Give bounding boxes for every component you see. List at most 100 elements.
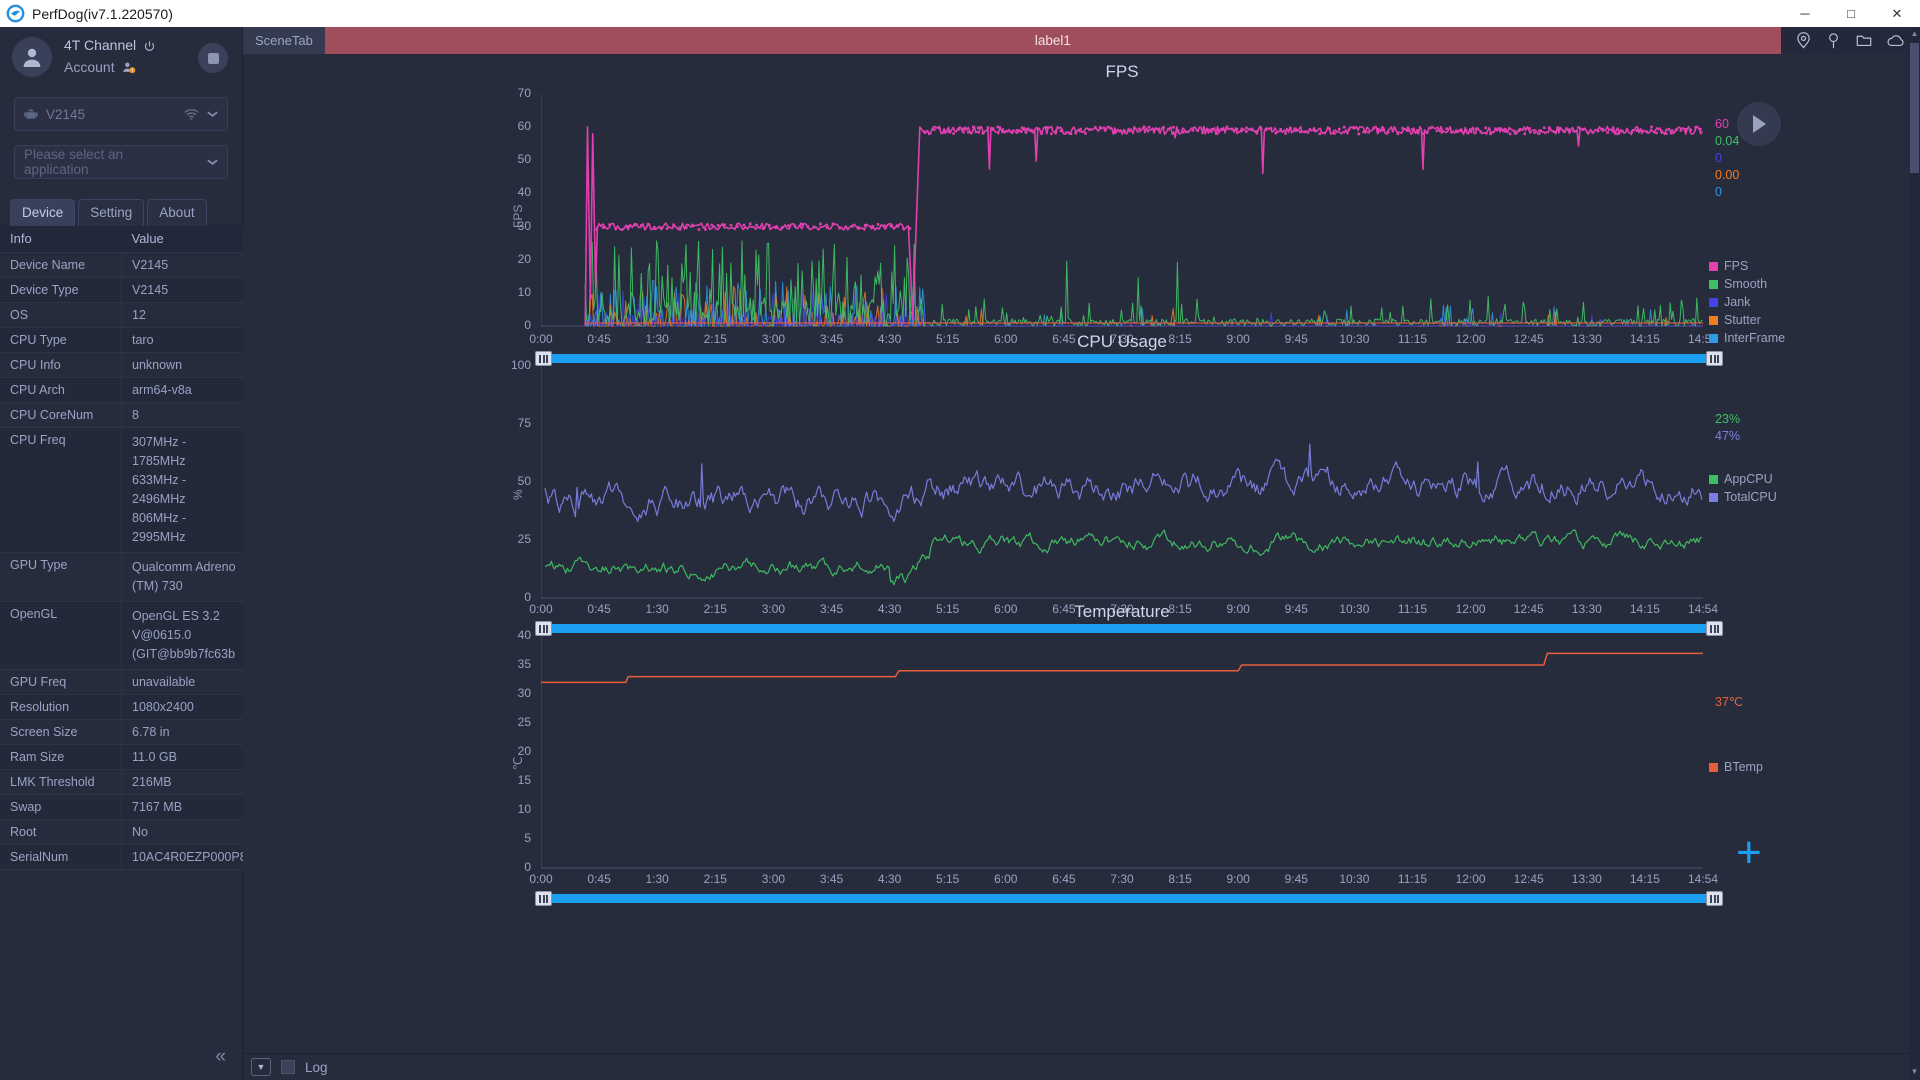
- legend-item-smooth[interactable]: Smooth: [1709, 277, 1785, 291]
- timeline-handle-right[interactable]: [1706, 621, 1723, 636]
- x-tick: 2:15: [703, 872, 727, 886]
- legend-item-appcpu[interactable]: AppCPU: [1709, 472, 1777, 486]
- window-controls: ─ □ ✕: [1782, 0, 1920, 27]
- tab-scenetab[interactable]: SceneTab: [243, 27, 325, 54]
- y-axis-label: %: [511, 489, 525, 500]
- legend-item-interframe[interactable]: InterFrame: [1709, 331, 1785, 345]
- vertical-scrollbar[interactable]: ▲ ▼: [1909, 27, 1920, 1080]
- account-label[interactable]: Account: [64, 57, 115, 79]
- table-header-row: Info Value: [0, 225, 243, 253]
- add-chart-button[interactable]: +: [1736, 831, 1762, 875]
- x-tick: 14:54: [1687, 872, 1719, 886]
- sidebar-tab-setting[interactable]: Setting: [78, 199, 145, 226]
- y-tick: 30: [517, 218, 531, 233]
- chart-timeline-scrollbar[interactable]: [535, 351, 1723, 366]
- legend-item-fps[interactable]: FPS: [1709, 259, 1785, 273]
- legend-item-jank[interactable]: Jank: [1709, 295, 1785, 309]
- x-tick: 11:15: [1397, 872, 1428, 886]
- log-toggle[interactable]: [281, 1060, 295, 1074]
- scrollbar-thumb[interactable]: [1910, 43, 1919, 173]
- app-logo-icon: [6, 4, 25, 23]
- info-key: GPU Type: [0, 552, 122, 602]
- timeline-track[interactable]: [552, 624, 1706, 633]
- info-value: unavailable: [121, 669, 243, 695]
- chart-plot-area: [541, 94, 1703, 327]
- close-button[interactable]: ✕: [1874, 0, 1920, 27]
- user-name: 4T Channel: [64, 37, 137, 54]
- chevron-down-icon: [207, 111, 218, 117]
- device-info-table: Info Value Device Name V2145 Device Type V2…: [0, 225, 243, 870]
- timeline-track[interactable]: [552, 354, 1706, 363]
- timeline-handle-left[interactable]: [535, 621, 552, 636]
- sidebar: 4T Channel Account V2145 Please select a…: [0, 27, 243, 1080]
- info-key: Root: [0, 819, 122, 845]
- folder-icon[interactable]: [1855, 32, 1873, 49]
- application-select[interactable]: Please select an application: [14, 145, 228, 179]
- current-value-totalcpu: 47%: [1715, 429, 1741, 443]
- cloud-icon[interactable]: [1886, 32, 1906, 49]
- x-tick: 12:45: [1513, 872, 1544, 886]
- y-tick: 35: [517, 657, 531, 671]
- info-value: No: [121, 819, 243, 845]
- avatar[interactable]: [12, 37, 52, 77]
- info-key: Device Type: [0, 277, 122, 303]
- legend-item-totalcpu[interactable]: TotalCPU: [1709, 490, 1777, 504]
- device-select[interactable]: V2145: [14, 97, 228, 131]
- status-bar: ▼ Log: [243, 1053, 1920, 1080]
- chart-current-values: 37℃: [1715, 694, 1743, 711]
- play-button[interactable]: [1737, 102, 1781, 146]
- chart-timeline-scrollbar[interactable]: [535, 891, 1723, 906]
- info-key: OpenGL: [0, 601, 122, 670]
- current-value-interframe: 0: [1715, 185, 1722, 199]
- chart-title: Temperature: [1074, 602, 1170, 621]
- power-icon[interactable]: [143, 40, 156, 53]
- info-key: CPU Info: [0, 352, 122, 378]
- statusbar-dropdown-button[interactable]: ▼: [251, 1058, 271, 1076]
- sidebar-tab-about[interactable]: About: [147, 199, 207, 226]
- x-tick: 3:45: [819, 872, 844, 886]
- info-value: 7167 MB: [121, 794, 243, 820]
- info-value: V2145: [121, 277, 243, 303]
- chevron-down-icon: [207, 159, 218, 165]
- log-label: Log: [305, 1059, 328, 1075]
- legend-label: Stutter: [1724, 313, 1761, 327]
- scroll-down-arrow[interactable]: ▼: [1910, 1067, 1919, 1078]
- legend-item-stutter[interactable]: Stutter: [1709, 313, 1785, 327]
- legend-swatch: [1709, 297, 1718, 307]
- timeline-handle-left[interactable]: [535, 351, 552, 366]
- minimize-button[interactable]: ─: [1782, 0, 1828, 27]
- charts-container: FPS FPS 0 10 20 30 40 50 60 70 0:00 0:45 1:30 2:15 3:0…: [243, 54, 1920, 1053]
- chart-timeline-scrollbar[interactable]: [535, 621, 1723, 636]
- maximize-button[interactable]: □: [1828, 0, 1874, 27]
- x-tick: 12:00: [1455, 872, 1486, 886]
- chart-legend: FPS Smooth Jank Stutter InterFrame: [1709, 259, 1785, 349]
- location-pin-icon[interactable]: [1795, 32, 1812, 49]
- y-tick: 40: [517, 185, 531, 200]
- x-tick: 0:00: [529, 872, 553, 886]
- timeline-handle-left[interactable]: [535, 891, 552, 906]
- current-value-fps: 60: [1715, 117, 1729, 131]
- record-button[interactable]: [198, 43, 228, 73]
- scroll-up-arrow[interactable]: ▲: [1910, 29, 1919, 40]
- info-key: Ram Size: [0, 744, 122, 770]
- y-tick: 20: [517, 251, 531, 266]
- sidebar-tabs: Device Setting About: [0, 199, 242, 226]
- legend-swatch: [1709, 474, 1718, 484]
- tab-label1[interactable]: label1: [324, 27, 1781, 54]
- pin-icon[interactable]: [1825, 32, 1842, 49]
- table-row: Device Name V2145: [0, 252, 243, 278]
- timeline-track[interactable]: [552, 894, 1706, 903]
- collapse-sidebar-button[interactable]: «: [215, 1046, 226, 1068]
- timeline-handle-right[interactable]: [1706, 891, 1723, 906]
- legend-item-btemp[interactable]: BTemp: [1709, 760, 1763, 774]
- x-tick: 8:15: [1168, 872, 1192, 886]
- info-key: GPU Freq: [0, 669, 122, 695]
- legend-label: BTemp: [1724, 760, 1763, 774]
- info-key: Screen Size: [0, 719, 122, 745]
- info-key: CPU CoreNum: [0, 402, 122, 428]
- timeline-handle-right[interactable]: [1706, 351, 1723, 366]
- y-tick: 60: [517, 119, 531, 134]
- legend-label: Smooth: [1724, 277, 1768, 291]
- sidebar-tab-device[interactable]: Device: [10, 199, 76, 226]
- x-tick: 6:45: [1052, 872, 1076, 886]
